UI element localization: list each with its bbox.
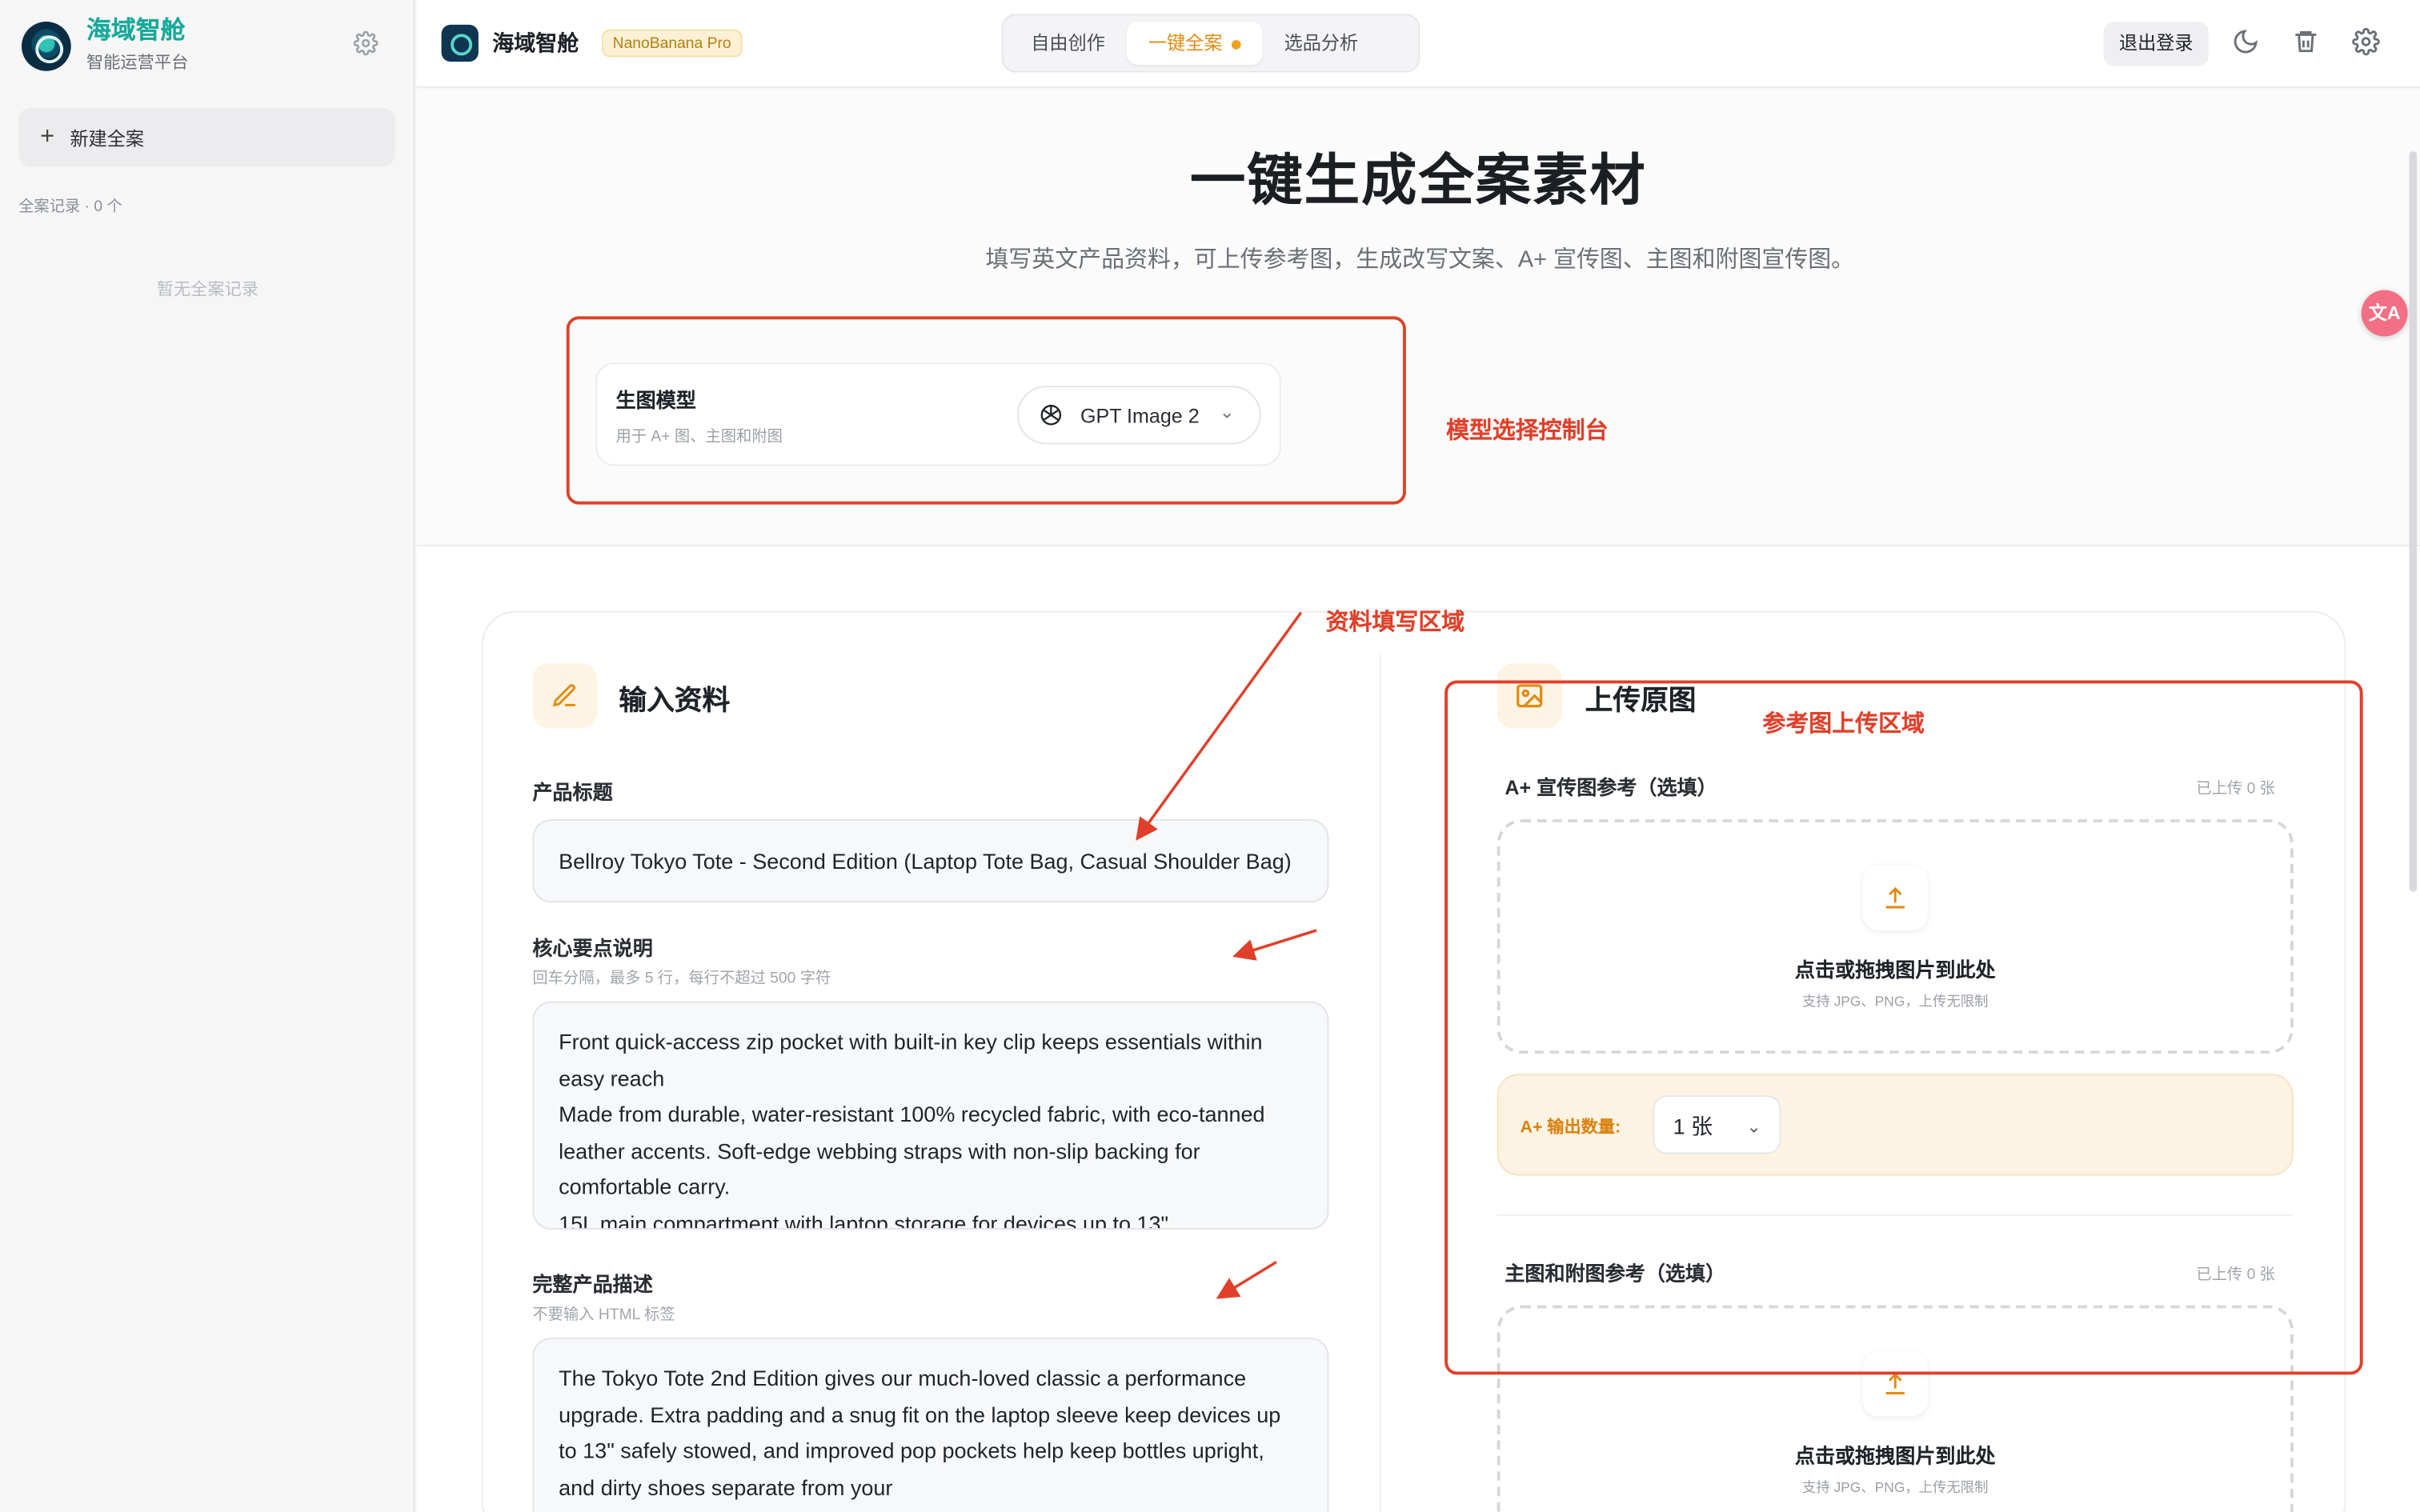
translate-icon[interactable]: 文A — [2361, 290, 2408, 337]
app-root: 海域智舱 智能运营平台 + 新建全案 全案记录 · 0 个 暂无全案记录 海域智… — [0, 0, 2420, 1512]
annotation-arrows — [1136, 611, 1317, 1299]
page-scrollbar[interactable] — [2409, 150, 2418, 892]
